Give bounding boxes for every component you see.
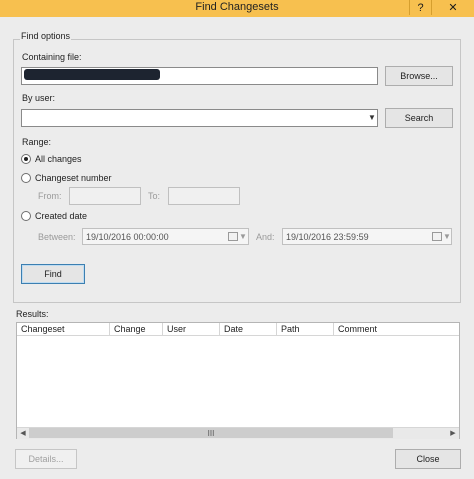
help-button[interactable]: ?: [409, 0, 431, 15]
scroll-thumb[interactable]: III: [29, 428, 393, 438]
to-input[interactable]: [168, 187, 240, 205]
scroll-left-icon[interactable]: ◀: [17, 427, 29, 439]
column-change[interactable]: Change: [110, 323, 163, 336]
chevron-down-icon[interactable]: ▼: [368, 113, 376, 122]
redacted-filename: [24, 69, 160, 80]
changeset-number-label: Changeset number: [35, 173, 112, 183]
find-button[interactable]: Find: [21, 264, 85, 284]
between-date-value: 19/10/2016 00:00:00: [86, 231, 169, 242]
calendar-icon[interactable]: [228, 232, 238, 241]
column-path[interactable]: Path: [277, 323, 334, 336]
close-button[interactable]: Close: [395, 449, 461, 469]
results-label: Results:: [16, 309, 49, 319]
scroll-right-icon[interactable]: ▶: [447, 427, 459, 439]
to-label: To:: [148, 191, 161, 201]
browse-button[interactable]: Browse...: [385, 66, 453, 86]
range-label: Range:: [22, 137, 52, 147]
all-changes-label: All changes: [35, 154, 82, 164]
close-window-button[interactable]: ✕: [431, 0, 474, 15]
column-date[interactable]: Date: [220, 323, 277, 336]
created-date-label: Created date: [35, 211, 88, 221]
between-label: Between:: [38, 232, 76, 242]
and-label: And:: [256, 232, 275, 242]
column-user[interactable]: User: [163, 323, 220, 336]
between-date-picker[interactable]: 19/10/2016 00:00:00: [82, 228, 249, 245]
from-label: From:: [38, 191, 62, 201]
and-date-value: 19/10/2016 23:59:59: [286, 231, 369, 242]
changeset-number-radio[interactable]: [21, 173, 31, 183]
help-icon: ?: [417, 1, 424, 14]
window-title: Find Changesets: [195, 1, 279, 13]
chevron-down-icon[interactable]: ▼: [239, 232, 247, 241]
scroll-grip-icon: III: [207, 428, 215, 438]
find-options-legend: Find options: [20, 31, 72, 41]
column-changeset[interactable]: Changeset: [17, 323, 110, 336]
containing-file-label: Containing file:: [22, 52, 82, 62]
calendar-icon[interactable]: [432, 232, 442, 241]
created-date-radio[interactable]: [21, 211, 31, 221]
column-comment[interactable]: Comment: [334, 323, 459, 336]
by-user-label: By user:: [22, 93, 56, 103]
details-button[interactable]: Details...: [15, 449, 77, 469]
and-date-picker[interactable]: 19/10/2016 23:59:59: [282, 228, 452, 245]
search-button[interactable]: Search: [385, 108, 453, 128]
chevron-down-icon[interactable]: ▼: [443, 232, 451, 241]
from-input[interactable]: [69, 187, 141, 205]
by-user-combobox[interactable]: [21, 109, 378, 127]
close-icon: ✕: [448, 2, 458, 14]
all-changes-radio[interactable]: [21, 154, 31, 164]
results-grid[interactable]: [16, 322, 460, 439]
